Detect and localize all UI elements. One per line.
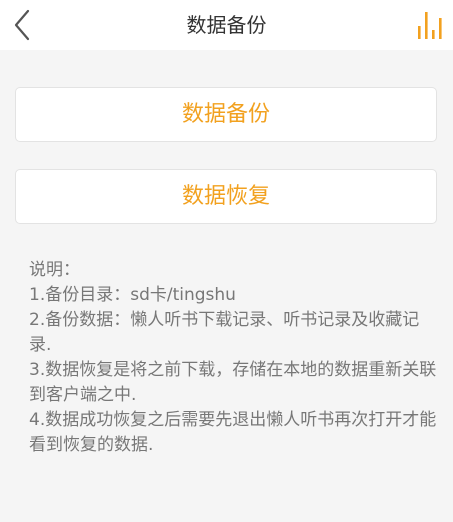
back-button[interactable] (8, 8, 40, 42)
equalizer-menu-button[interactable] (414, 10, 446, 42)
notes-heading: 说明： (29, 260, 80, 280)
navigation-bar: 数据备份 (0, 0, 453, 50)
data-backup-button[interactable]: 数据备份 (15, 87, 437, 142)
notes-line-restart-hint: 4.数据成功恢复之后需要先退出懒人听书再次打开才能看到恢复的数据. (29, 410, 437, 455)
page-title: 数据备份 (186, 13, 267, 37)
notes-line-restore-info: 3.数据恢复是将之前下载，存储在本地的数据重新关联到客户端之中. (29, 360, 437, 405)
chevron-left-icon (14, 9, 30, 41)
notes-line-backup-directory: 1.备份目录：sd卡/tingshu (29, 285, 236, 305)
notes-line-backup-data: 2.备份数据：懒人听书下载记录、听书记录及收藏记录. (29, 310, 420, 355)
data-restore-button[interactable]: 数据恢复 (15, 169, 437, 224)
equalizer-bars-icon (418, 12, 442, 39)
instructions-note: 说明： 1.备份目录：sd卡/tingshu 2.备份数据：懒人听书下载记录、听… (29, 258, 439, 458)
